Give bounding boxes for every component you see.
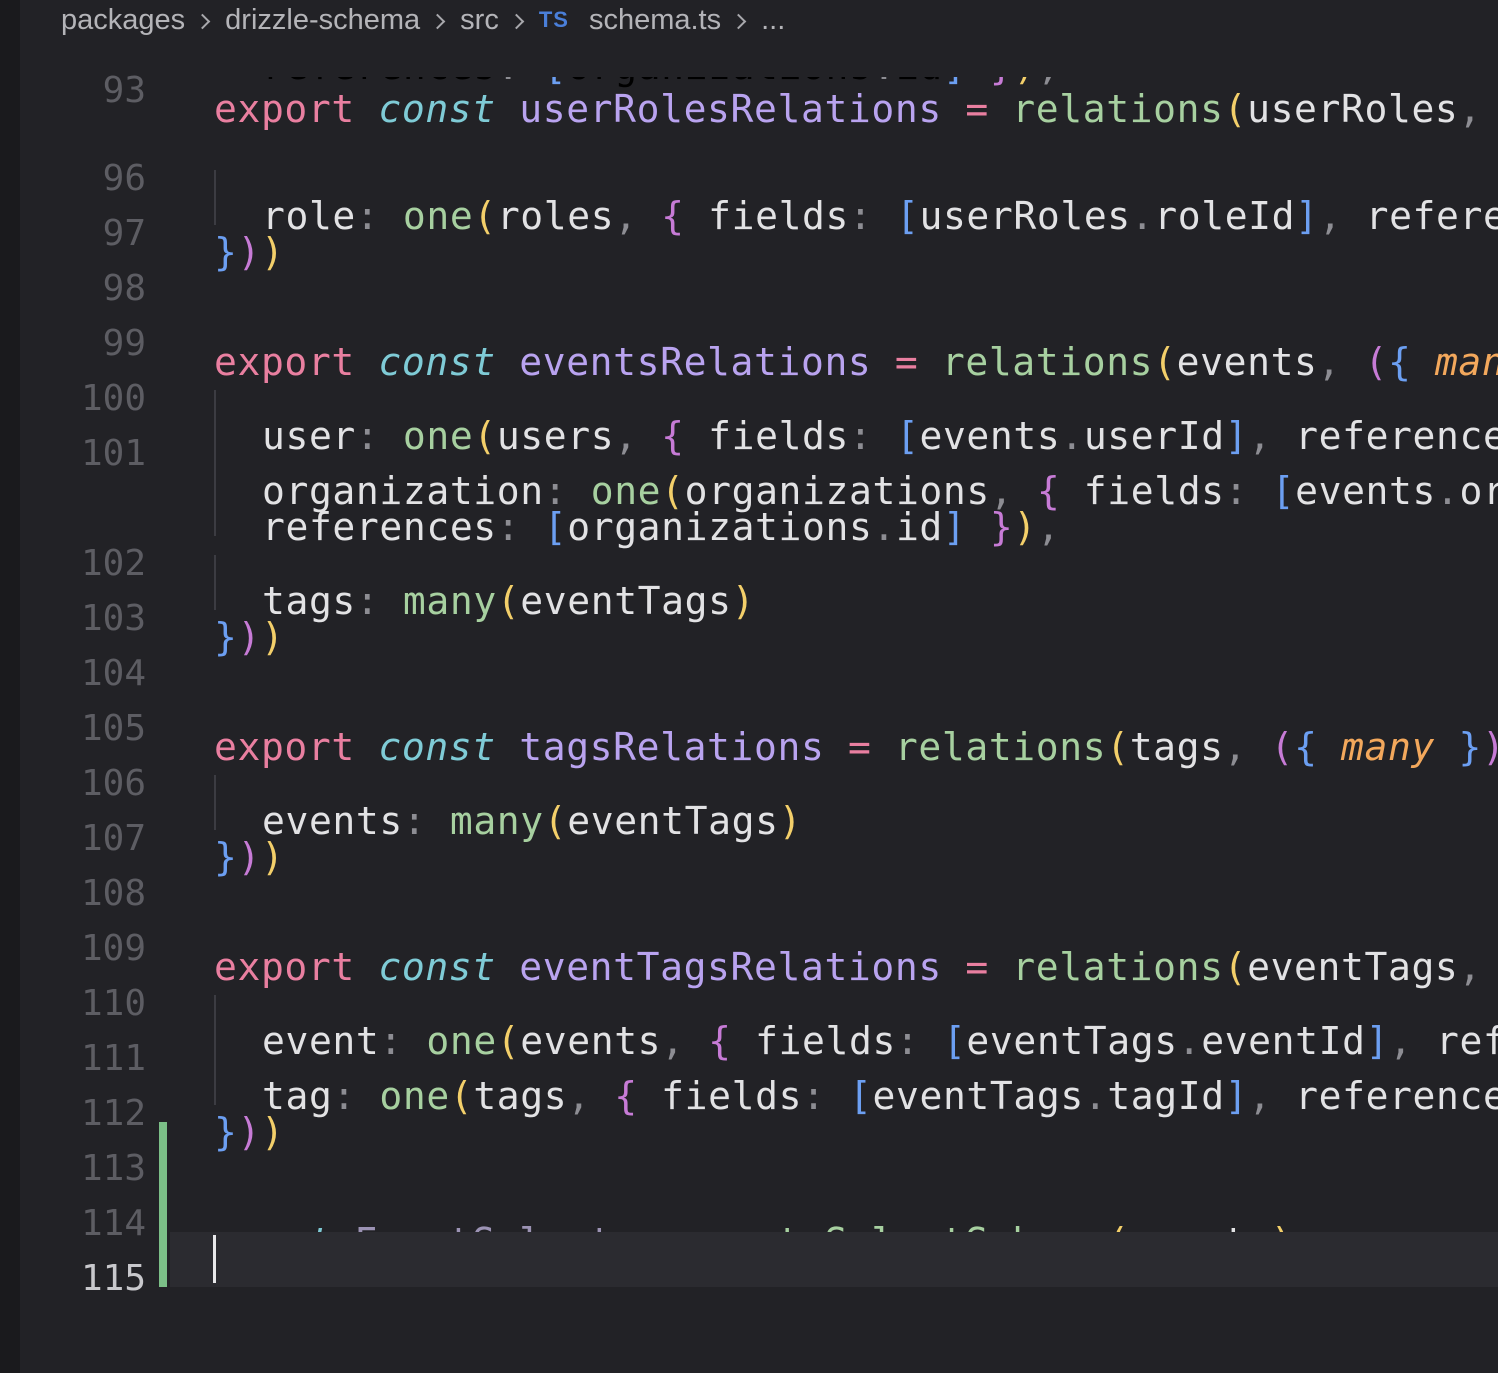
code-line[interactable]: 97 })): [0, 187, 1498, 274]
code-editor[interactable]: 93 export const userRolesRelations = rel…: [0, 44, 1498, 1304]
code-line[interactable]: 102 tags: many(eventTags): [0, 517, 1498, 623]
code-line[interactable]: 114 const EventSelect = createSelectSche…: [0, 1177, 1498, 1264]
code-line[interactable]: 98: [0, 242, 1498, 309]
breadcrumb-item-drizzle-schema[interactable]: drizzle-schema: [225, 4, 420, 37]
code-line[interactable]: 110 event: one(events, { fields: [eventT…: [0, 957, 1498, 1063]
code-line[interactable]: 100 user: one(users, { fields: [events.u…: [0, 352, 1498, 458]
chevron-right-icon: [429, 13, 446, 29]
code-line[interactable]: 113: [0, 1122, 1498, 1189]
breadcrumb-item-symbols[interactable]: ...: [761, 4, 785, 37]
code-line[interactable]: 96 role: one(roles, { fields: [userRoles…: [0, 132, 1498, 238]
breadcrumb-item-packages[interactable]: packages: [61, 4, 185, 37]
line-number: 93: [102, 70, 146, 111]
code-line[interactable]: 112 })): [0, 1067, 1498, 1154]
typescript-file-icon: TS: [538, 7, 569, 32]
code-line[interactable]: 105 export const tagsRelations = relatio…: [0, 682, 1498, 769]
git-added-indicator[interactable]: [159, 1122, 167, 1287]
code-line[interactable]: 104: [0, 627, 1498, 694]
code-line-current[interactable]: 115: [0, 1232, 1498, 1299]
chevron-right-icon: [508, 13, 525, 29]
chevron-right-icon: [730, 13, 747, 29]
text-cursor: [213, 1235, 216, 1283]
code-line[interactable]: 109 export const eventTagsRelations = re…: [0, 902, 1498, 989]
chevron-right-icon: [194, 13, 211, 29]
code-line-wrap[interactable]: references: [organizations.id] }),: [0, 462, 1498, 549]
code-line[interactable]: 107 })): [0, 792, 1498, 879]
code-line[interactable]: 103 })): [0, 572, 1498, 659]
code-line[interactable]: 108: [0, 847, 1498, 914]
line-number-active: 115: [80, 1258, 146, 1299]
breadcrumb: packages drizzle-schema src TS schema.ts…: [61, 0, 785, 40]
code-line[interactable]: 101 organization: one(organizations, { f…: [0, 407, 1498, 513]
code-line[interactable]: 99 export const eventsRelations = relati…: [0, 297, 1498, 384]
code-line[interactable]: 111 tag: one(tags, { fields: [eventTags.…: [0, 1012, 1498, 1118]
wrapped-line-partial: references: [organizations.id] }),: [262, 77, 1060, 99]
breadcrumb-item-file[interactable]: schema.ts: [589, 4, 721, 37]
breadcrumb-item-src[interactable]: src: [460, 4, 499, 37]
code-line[interactable]: 106 events: many(eventTags): [0, 737, 1498, 843]
